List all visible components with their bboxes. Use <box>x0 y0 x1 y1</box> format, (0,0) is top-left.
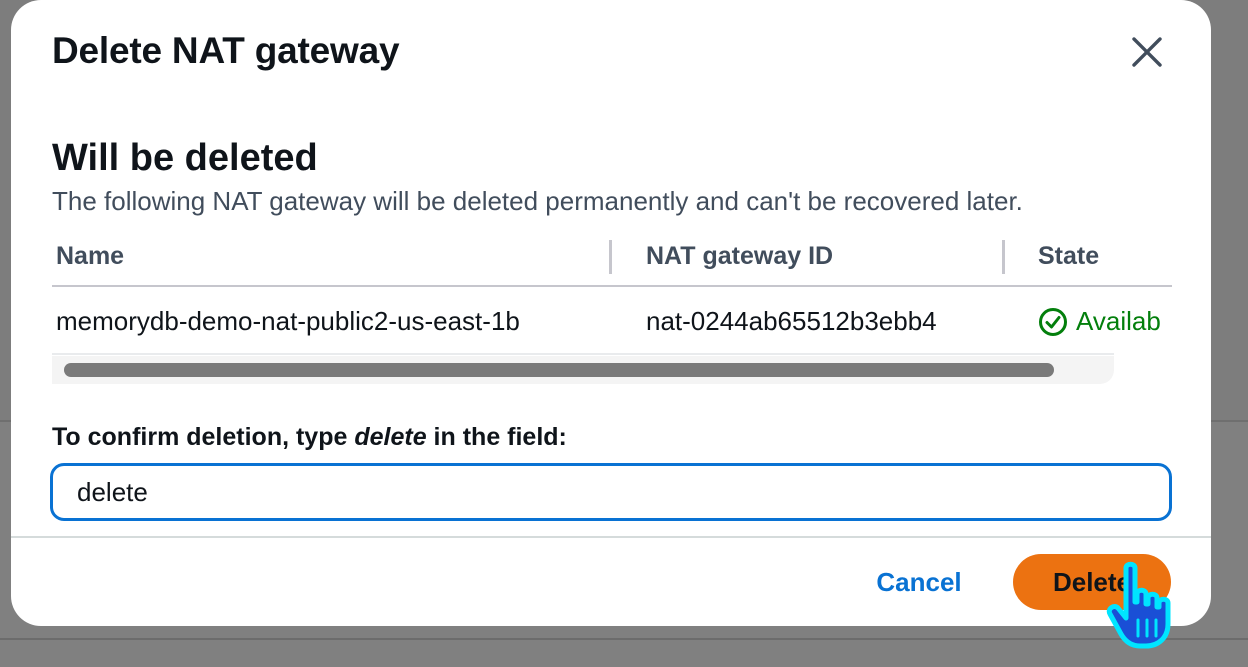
cell-state: Availab <box>1038 306 1161 337</box>
cell-nat-gateway-id: nat-0244ab65512b3ebb4 <box>646 306 937 336</box>
delete-nat-gateway-modal: Delete NAT gateway Will be deleted The f… <box>11 0 1211 626</box>
section-title: Will be deleted <box>52 137 318 179</box>
column-resize-handle[interactable] <box>1002 240 1005 274</box>
column-header-name[interactable]: Name <box>56 242 124 271</box>
close-icon <box>1132 37 1162 67</box>
confirm-keyword: delete <box>354 423 427 451</box>
state-label: Availab <box>1076 306 1161 336</box>
footer-divider <box>11 536 1211 538</box>
cancel-button[interactable]: Cancel <box>859 556 979 608</box>
resources-table: Name NAT gateway ID State memorydb-demo-… <box>52 232 1172 387</box>
column-header-state[interactable]: State <box>1038 242 1099 271</box>
background-divider <box>0 638 1248 640</box>
table-row-divider <box>52 353 1114 355</box>
table-header-divider <box>52 285 1172 287</box>
delete-button[interactable]: Delete <box>1013 554 1171 610</box>
check-circle-icon <box>1039 307 1067 336</box>
confirm-delete-input[interactable] <box>50 463 1172 521</box>
confirm-label-prefix: To confirm deletion, type <box>52 423 355 451</box>
section-description: The following NAT gateway will be delete… <box>52 186 1023 216</box>
column-header-nat-gateway-id[interactable]: NAT gateway ID <box>646 242 833 271</box>
cell-name: memorydb-demo-nat-public2-us-east-1b <box>56 306 520 336</box>
confirm-label-suffix: in the field: <box>426 423 567 451</box>
modal-title: Delete NAT gateway <box>52 30 400 71</box>
column-resize-handle[interactable] <box>609 240 612 274</box>
horizontal-scrollbar[interactable] <box>52 356 1114 384</box>
close-button[interactable] <box>1125 30 1169 74</box>
confirm-label: To confirm deletion, type delete in the … <box>52 423 567 452</box>
scrollbar-thumb[interactable] <box>64 363 1054 377</box>
